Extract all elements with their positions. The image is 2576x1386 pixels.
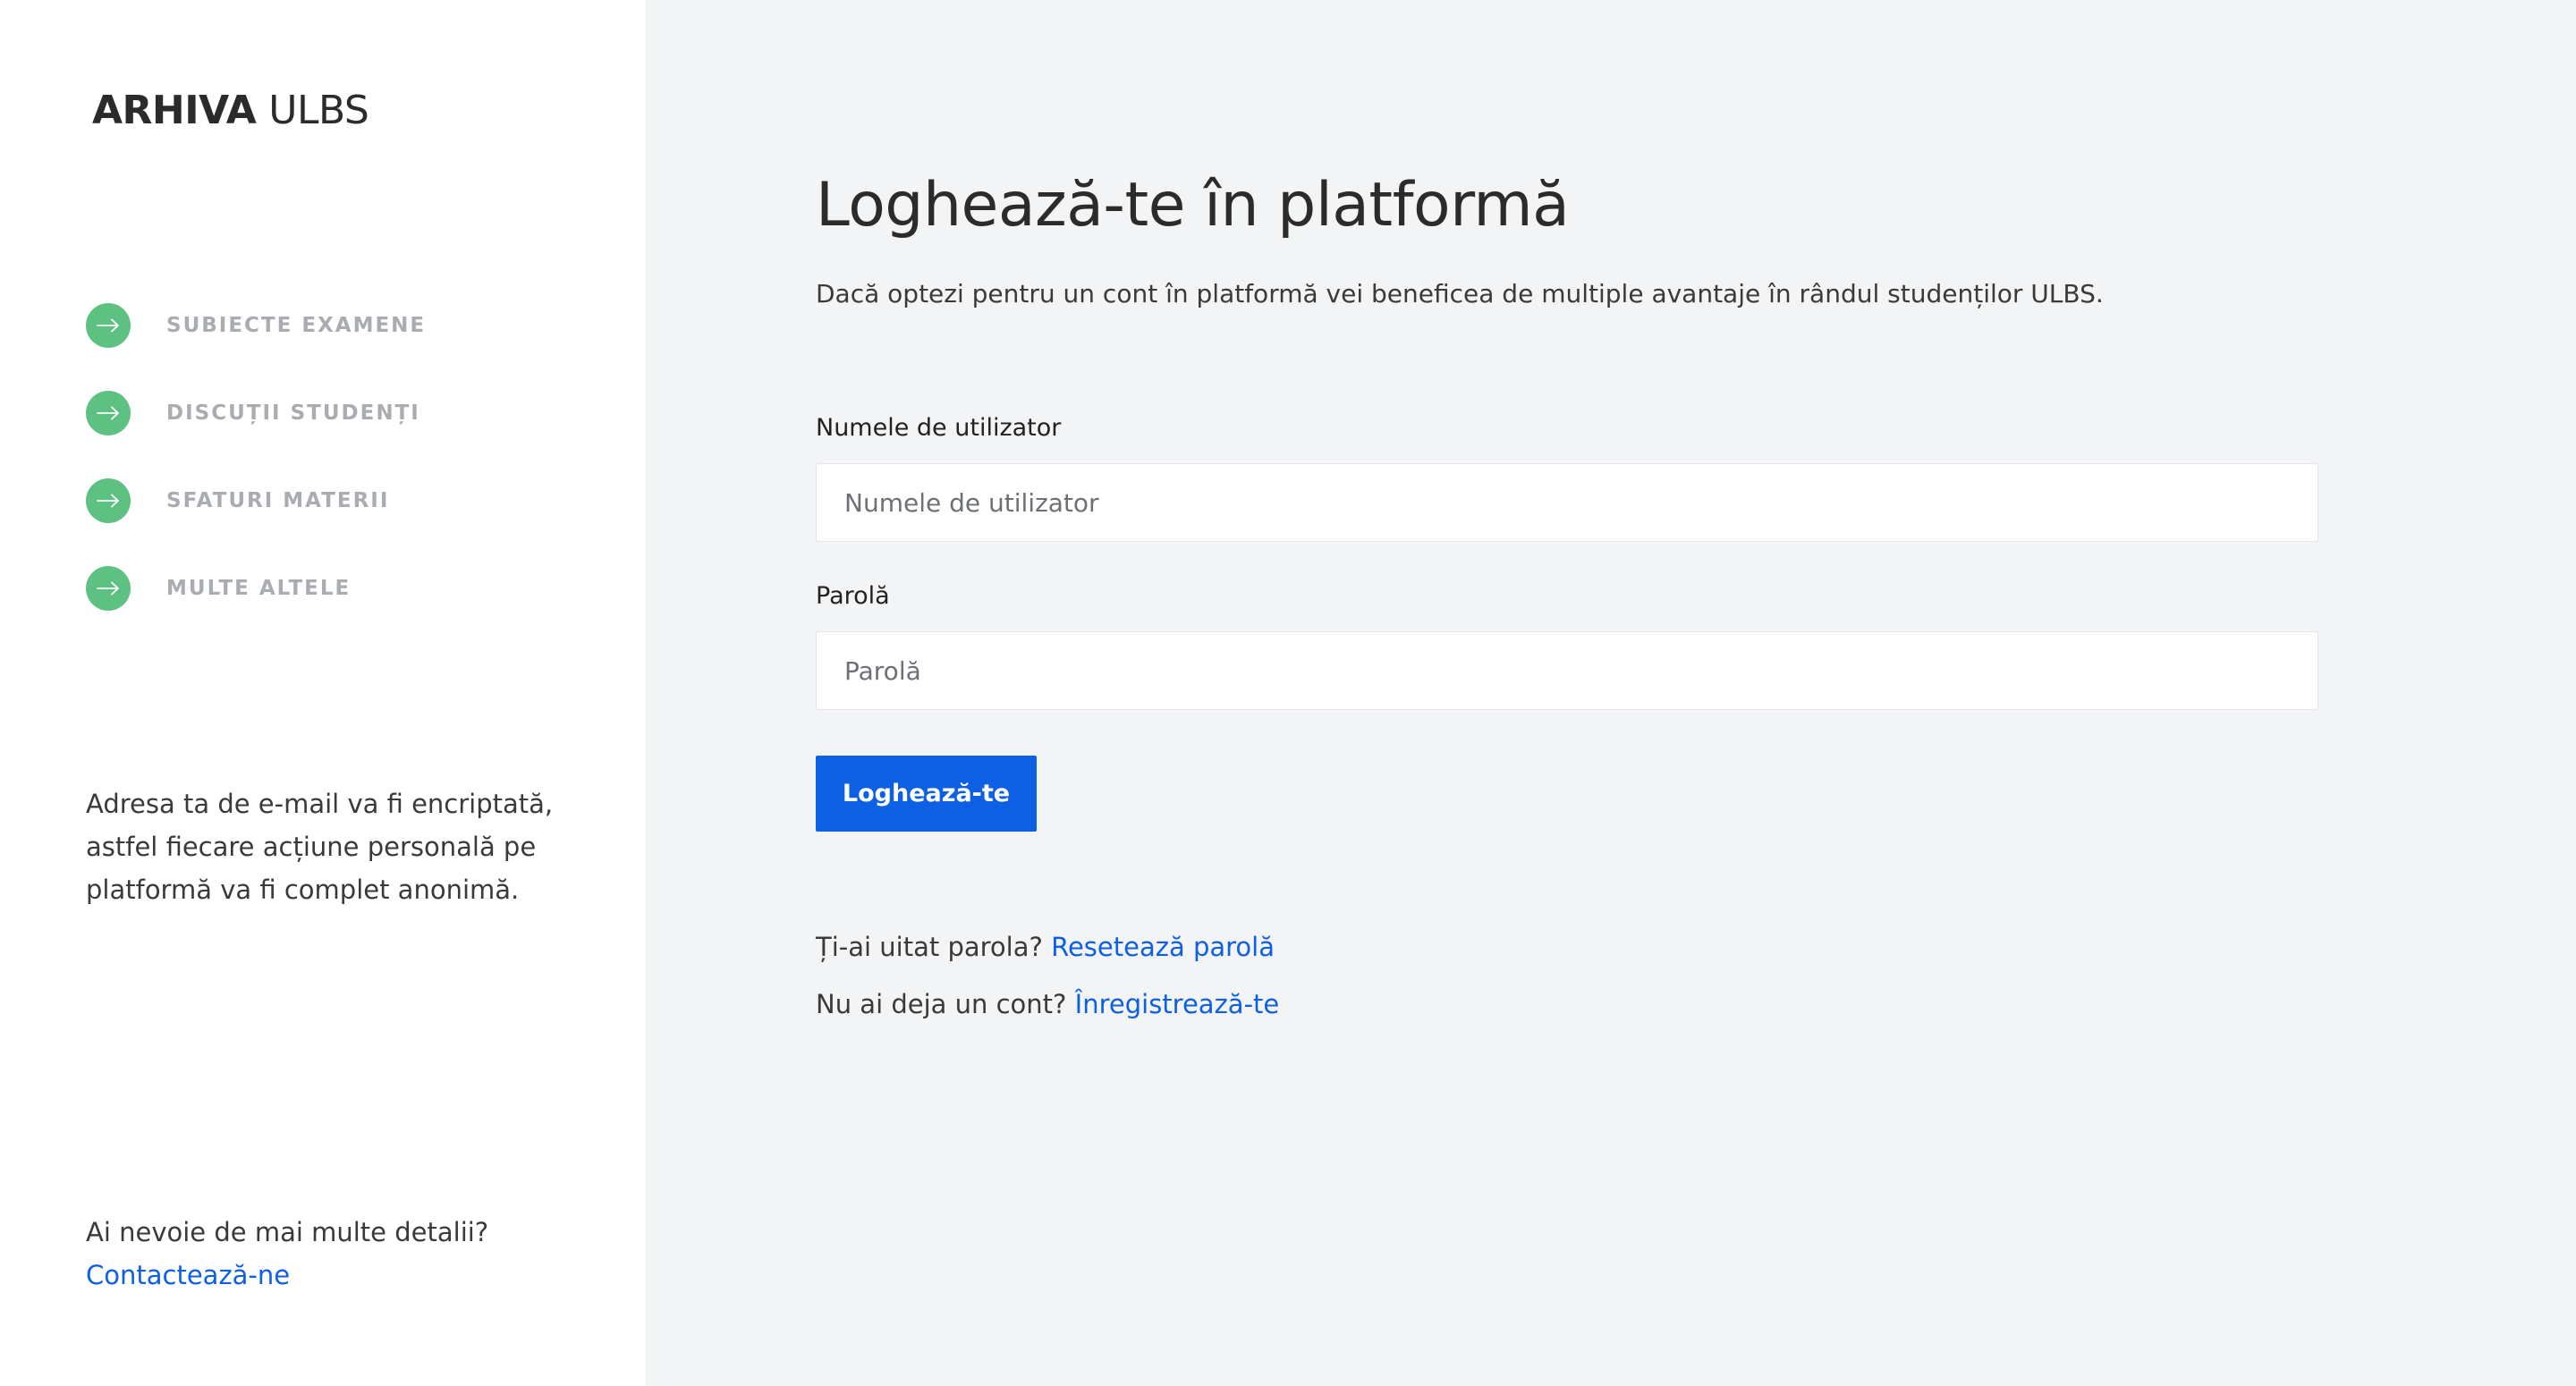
feature-label: DISCUȚII STUDENȚI: [166, 401, 420, 425]
reset-password-link[interactable]: Resetează parolă: [1051, 932, 1275, 962]
logo-light: ULBS: [268, 88, 369, 133]
forgot-password-text: Ți-ai uitat parola?: [816, 932, 1043, 962]
feature-label: MULTE ALTELE: [166, 577, 352, 600]
feature-item: DISCUȚII STUDENȚI: [86, 390, 426, 436]
arrow-right-icon: [86, 391, 131, 435]
forgot-password-row: Ți-ai uitat parola? Resetează parolă: [816, 918, 1279, 976]
feature-item: SUBIECTE EXAMENE: [86, 302, 426, 349]
page-subtitle: Dacă optezi pentru un cont în platformă …: [816, 279, 2104, 308]
contact-section: Ai nevoie de mai multe detalii? Contacte…: [86, 1211, 488, 1297]
contact-link[interactable]: Contactează-ne: [86, 1260, 290, 1290]
arrow-right-icon: [86, 478, 131, 523]
sidebar: ARHIVA ULBS SUBIECTE EXAMENE DISCUȚII STU…: [0, 0, 645, 1386]
username-input[interactable]: [816, 463, 2318, 542]
login-panel: Loghează-te în platformă Dacă optezi pen…: [645, 0, 2576, 1386]
feature-item: SFATURI MATERII: [86, 477, 426, 524]
logo[interactable]: ARHIVA ULBS: [92, 88, 369, 133]
feature-item: MULTE ALTELE: [86, 565, 426, 612]
username-label: Numele de utilizator: [816, 414, 1062, 442]
contact-question: Ai nevoie de mai multe detalii?: [86, 1217, 489, 1247]
logo-bold: ARHIVA: [92, 88, 257, 133]
account-links: Ți-ai uitat parola? Resetează parolă Nu …: [816, 918, 1279, 1033]
feature-list: SUBIECTE EXAMENE DISCUȚII STUDENȚI SFATU…: [86, 302, 426, 653]
arrow-right-icon: [86, 303, 131, 348]
feature-label: SUBIECTE EXAMENE: [166, 314, 427, 337]
login-button[interactable]: Loghează-te: [816, 756, 1037, 832]
feature-label: SFATURI MATERII: [166, 489, 390, 512]
privacy-note: Adresa ta de e-mail va fi encriptată, as…: [86, 789, 554, 905]
password-input[interactable]: [816, 631, 2318, 710]
password-label: Parolă: [816, 582, 890, 610]
register-text: Nu ai deja un cont?: [816, 989, 1067, 1019]
arrow-right-icon: [86, 566, 131, 611]
register-row: Nu ai deja un cont? Înregistrează-te: [816, 976, 1279, 1033]
page-title: Loghează-te în platformă: [816, 170, 1570, 241]
register-link[interactable]: Înregistrează-te: [1075, 989, 1280, 1019]
